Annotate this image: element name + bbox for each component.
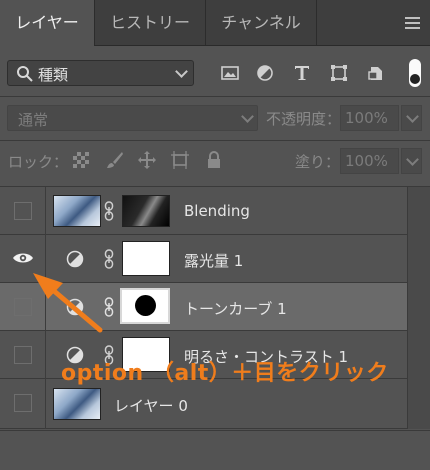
annotation-arrow	[33, 273, 103, 333]
annotation-text: option （alt）＋目をクリック	[61, 361, 389, 386]
